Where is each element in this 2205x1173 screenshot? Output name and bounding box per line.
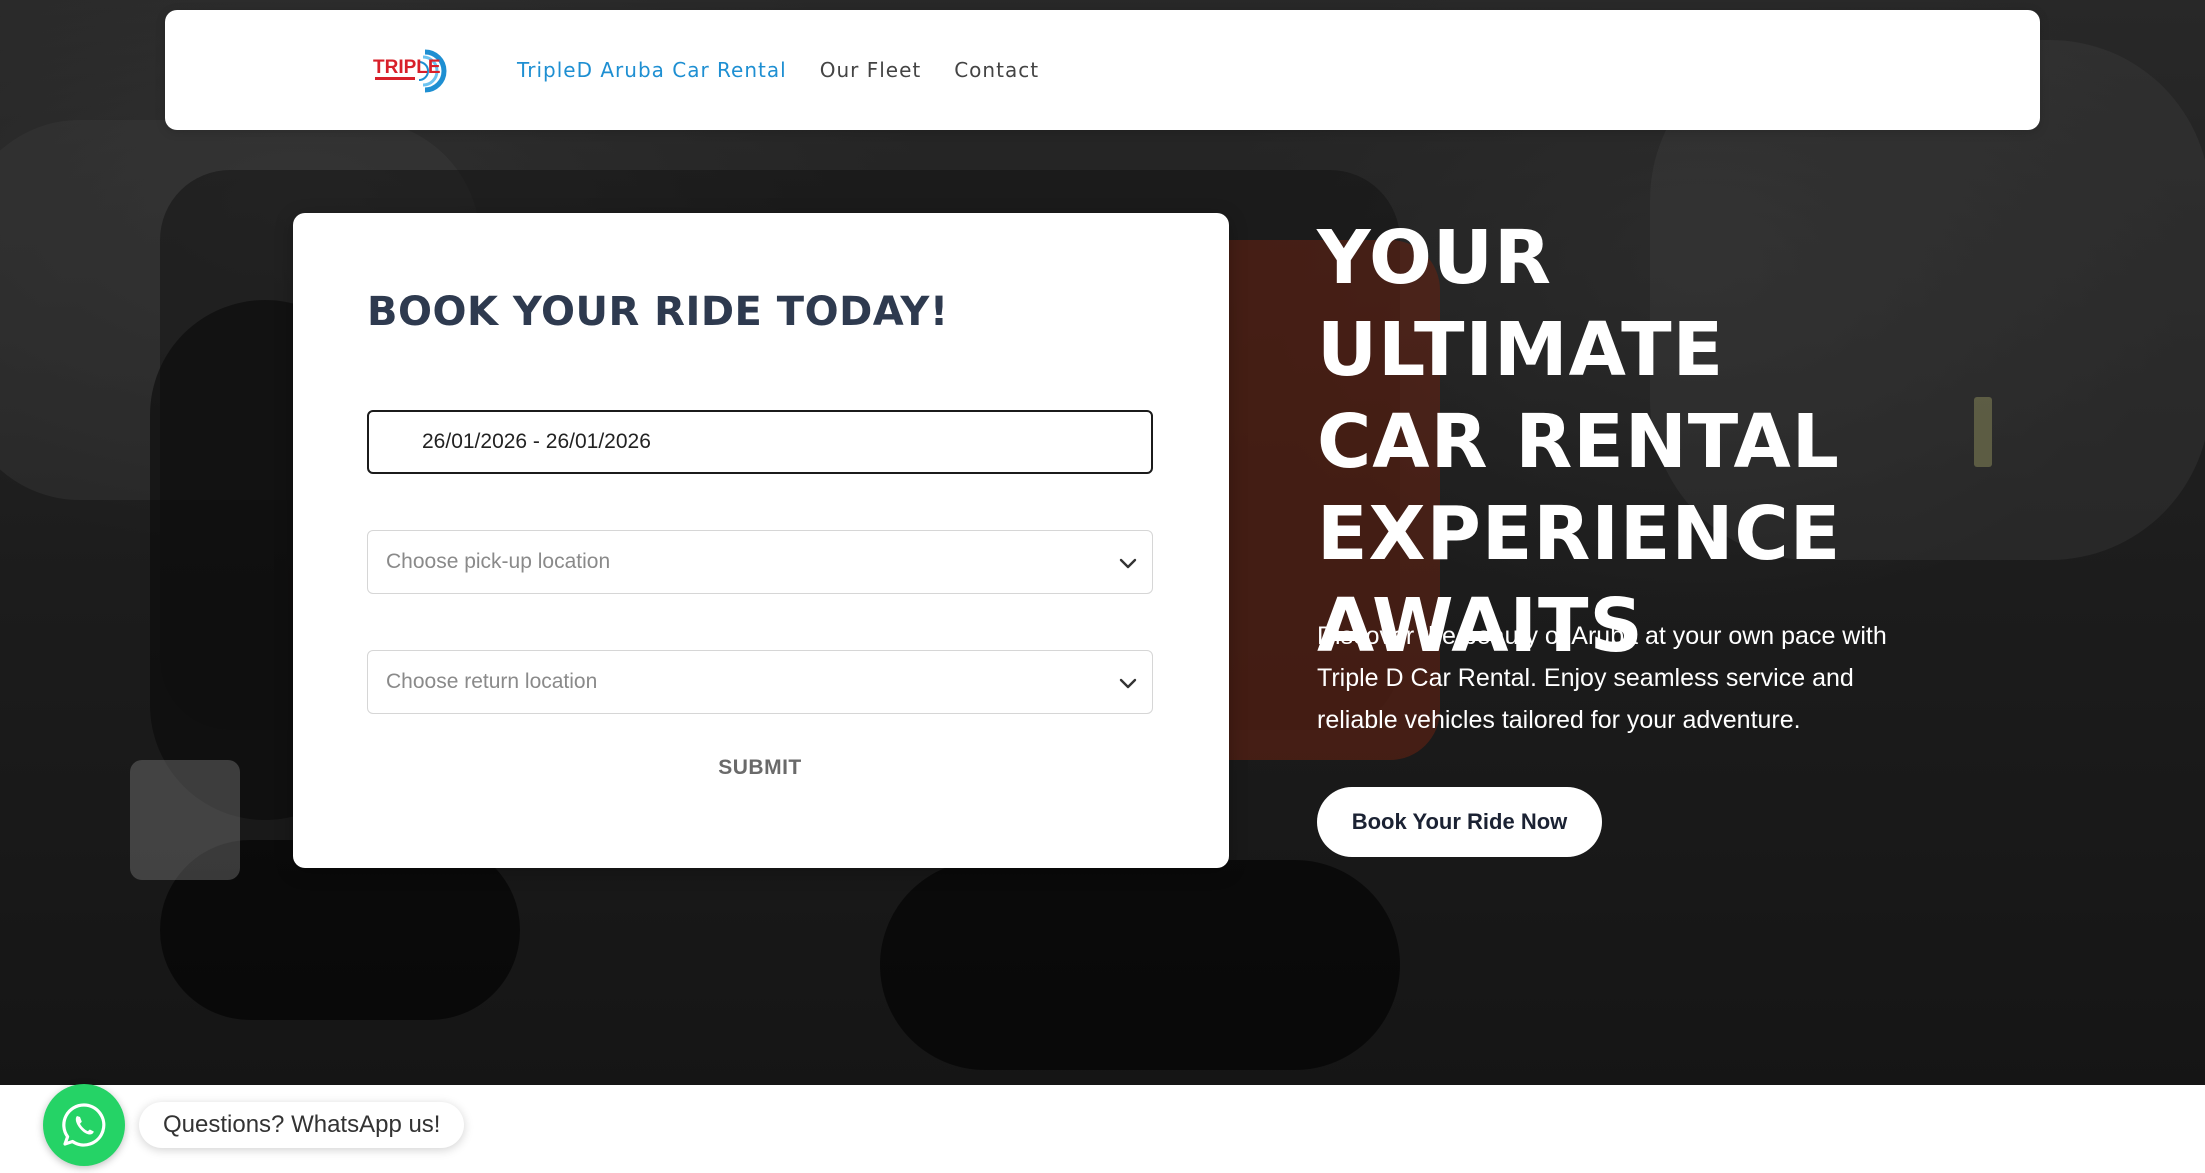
logo-text: TRIPLE xyxy=(373,57,441,78)
booking-title: BOOK YOUR RIDE TODAY! xyxy=(367,289,949,335)
hero-heading-line: YOUR ULTIMATE xyxy=(1317,215,1725,393)
booking-card: BOOK YOUR RIDE TODAY! Choose pick-up loc… xyxy=(293,213,1229,868)
return-location-select[interactable]: Choose return location xyxy=(367,650,1153,714)
book-your-ride-now-button[interactable]: Book Your Ride Now xyxy=(1317,787,1602,857)
nav-link-our-fleet[interactable]: Our Fleet xyxy=(820,58,922,82)
date-range-input[interactable] xyxy=(367,410,1153,474)
nav-link-home[interactable]: TripleD Aruba Car Rental xyxy=(517,58,787,82)
return-location-placeholder: Choose return location xyxy=(386,670,598,693)
triple-d-logo[interactable]: TRIPLE xyxy=(373,48,457,94)
pickup-location-placeholder: Choose pick-up location xyxy=(386,550,611,573)
hero-heading-line: CAR RENTAL xyxy=(1317,399,1840,485)
hero-description: Discover the beauty of Aruba at your own… xyxy=(1317,622,1887,734)
nav-link-contact[interactable]: Contact xyxy=(954,58,1039,82)
whatsapp-label[interactable]: Questions? WhatsApp us! xyxy=(139,1102,465,1148)
pickup-location-select[interactable]: Choose pick-up location xyxy=(367,530,1153,594)
chevron-down-icon xyxy=(1119,678,1137,689)
nav-links: TripleD Aruba Car Rental Our Fleet Conta… xyxy=(517,10,1072,130)
submit-button[interactable]: SUBMIT xyxy=(660,748,860,788)
hero-heading: YOUR ULTIMATE CAR RENTAL EXPERIENCE AWAI… xyxy=(1317,212,1877,672)
whatsapp-button[interactable] xyxy=(43,1084,125,1166)
whatsapp-icon xyxy=(62,1103,106,1147)
hero-heading-line: EXPERIENCE xyxy=(1317,491,1842,577)
navbar: TRIPLE TripleD Aruba Car Rental Our Flee… xyxy=(165,10,2040,130)
chevron-down-icon xyxy=(1119,558,1137,569)
